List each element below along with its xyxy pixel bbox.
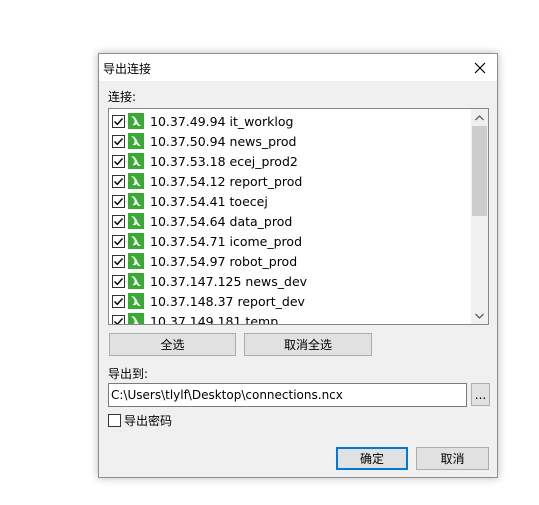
export-password-label: 导出密码 xyxy=(124,414,173,428)
connection-name: 10.37.54.71 icome_prod xyxy=(150,233,303,249)
checkmark-icon xyxy=(114,317,124,324)
connection-checkbox[interactable] xyxy=(112,234,125,248)
cancel-button[interactable]: 取消 xyxy=(416,447,489,470)
connection-checkbox[interactable] xyxy=(112,294,125,308)
connection-item[interactable]: 10.37.50.94 news_prod xyxy=(112,131,297,151)
checkmark-icon xyxy=(114,217,124,225)
checkmark-icon xyxy=(114,277,124,285)
vertical-scrollbar[interactable] xyxy=(471,109,488,324)
export-password-checkbox[interactable] xyxy=(108,414,121,427)
connection-item[interactable]: 10.37.54.71 icome_prod xyxy=(112,231,302,251)
connection-name: 10.37.148.37 report_dev xyxy=(150,293,305,309)
connection-name: 10.37.149.181 temp xyxy=(150,313,279,325)
mysql-connection-icon xyxy=(128,133,144,149)
connections-label: 连接: xyxy=(108,90,137,104)
connection-name: 10.37.54.12 report_prod xyxy=(150,173,303,189)
mysql-connection-icon xyxy=(128,193,144,209)
connection-checkbox[interactable] xyxy=(112,114,125,128)
close-button[interactable] xyxy=(463,54,497,81)
connection-name: 10.37.53.18 ecej_prod2 xyxy=(150,153,298,169)
export-password-option[interactable]: 导出密码 xyxy=(108,412,172,429)
connection-checkbox[interactable] xyxy=(112,254,125,268)
scrollbar-thumb[interactable] xyxy=(472,126,487,216)
title-bar: 导出连接 xyxy=(99,54,497,81)
connection-checkbox[interactable] xyxy=(112,194,125,208)
connection-item[interactable]: 10.37.147.125 news_dev xyxy=(112,271,307,291)
checkmark-icon xyxy=(114,237,124,245)
checkmark-icon xyxy=(114,177,124,185)
connection-item[interactable]: 10.37.149.181 temp xyxy=(112,311,278,324)
connection-checkbox[interactable] xyxy=(112,134,125,148)
connection-checkbox[interactable] xyxy=(112,154,125,168)
mysql-connection-icon xyxy=(128,113,144,129)
checkmark-icon xyxy=(114,117,124,125)
mysql-connection-icon xyxy=(128,173,144,189)
checkmark-icon xyxy=(114,157,124,165)
connection-name: 10.37.147.125 news_dev xyxy=(150,273,308,289)
scroll-down-button[interactable] xyxy=(471,307,488,324)
connection-checkbox[interactable] xyxy=(112,174,125,188)
connection-item[interactable]: 10.37.148.37 report_dev xyxy=(112,291,305,311)
mysql-connection-icon xyxy=(128,273,144,289)
mysql-connection-icon xyxy=(128,253,144,269)
connection-item[interactable]: 10.37.54.97 robot_prod xyxy=(112,251,297,271)
mysql-connection-icon xyxy=(128,233,144,249)
connection-item[interactable]: 10.37.53.18 ecej_prod2 xyxy=(112,151,298,171)
connection-name: 10.37.54.41 toecej xyxy=(150,193,268,209)
connection-name: 10.37.50.94 news_prod xyxy=(150,133,297,149)
export-connections-dialog: 导出连接 连接: 10.37.49.94 it_worklog 10.37.50.… xyxy=(98,53,498,478)
select-all-button[interactable]: 全选 xyxy=(109,333,236,356)
mysql-connection-icon xyxy=(128,153,144,169)
connections-list[interactable]: 10.37.49.94 it_worklog 10.37.50.94 news_p… xyxy=(108,108,489,325)
dialog-title: 导出连接 xyxy=(103,62,152,76)
connection-item[interactable]: 10.37.54.64 data_prod xyxy=(112,211,292,231)
chevron-down-icon xyxy=(475,313,484,319)
mysql-connection-icon xyxy=(128,293,144,309)
checkmark-icon xyxy=(114,197,124,205)
connection-name: 10.37.49.94 it_worklog xyxy=(150,113,294,129)
connection-checkbox[interactable] xyxy=(112,214,125,228)
connection-checkbox[interactable] xyxy=(112,274,125,288)
connection-item[interactable]: 10.37.54.41 toecej xyxy=(112,191,268,211)
connection-name: 10.37.54.64 data_prod xyxy=(150,213,293,229)
export-path-input[interactable] xyxy=(108,383,467,407)
checkmark-icon xyxy=(114,297,124,305)
browse-button[interactable]: ... xyxy=(471,383,490,406)
connection-item[interactable]: 10.37.54.12 report_prod xyxy=(112,171,302,191)
export-to-label: 导出到: xyxy=(108,367,149,381)
connection-item[interactable]: 10.37.49.94 it_worklog xyxy=(112,111,293,131)
checkmark-icon xyxy=(114,137,124,145)
chevron-up-icon xyxy=(475,114,484,120)
scroll-up-button[interactable] xyxy=(471,109,488,126)
ok-button[interactable]: 确定 xyxy=(336,447,408,470)
mysql-connection-icon xyxy=(128,313,144,324)
connections-list-items: 10.37.49.94 it_worklog 10.37.50.94 news_p… xyxy=(109,109,471,324)
mysql-connection-icon xyxy=(128,213,144,229)
connection-checkbox[interactable] xyxy=(112,314,125,324)
deselect-all-button[interactable]: 取消全选 xyxy=(244,333,372,356)
connection-name: 10.37.54.97 robot_prod xyxy=(150,253,298,269)
close-icon xyxy=(474,62,486,73)
checkmark-icon xyxy=(114,257,124,265)
